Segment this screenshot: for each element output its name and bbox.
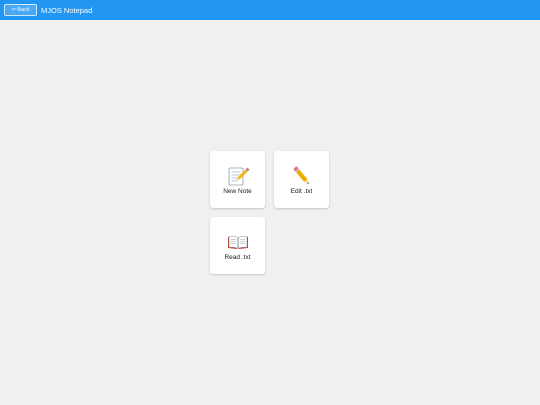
new-note-label: New Note xyxy=(223,188,252,195)
memo-pencil-icon xyxy=(228,167,249,186)
open-book-icon xyxy=(227,236,248,249)
back-button-label: Back xyxy=(17,7,30,13)
pencil-icon xyxy=(293,166,309,185)
arrow-left-icon: ⇦ xyxy=(11,7,17,13)
new-note-tile[interactable]: New Note xyxy=(210,151,265,208)
back-button[interactable]: ⇦ Back xyxy=(4,4,37,16)
read-txt-label: Read .txt xyxy=(224,254,251,261)
action-grid: New Note Edit .txt Read .txt xyxy=(210,151,330,275)
edit-txt-label: Edit .txt xyxy=(290,188,313,195)
edit-txt-tile[interactable]: Edit .txt xyxy=(274,151,329,208)
read-txt-tile[interactable]: Read .txt xyxy=(210,217,265,274)
app-title: MJOS Notepad xyxy=(41,5,93,15)
top-bar: ⇦ Back MJOS Notepad xyxy=(0,0,540,20)
